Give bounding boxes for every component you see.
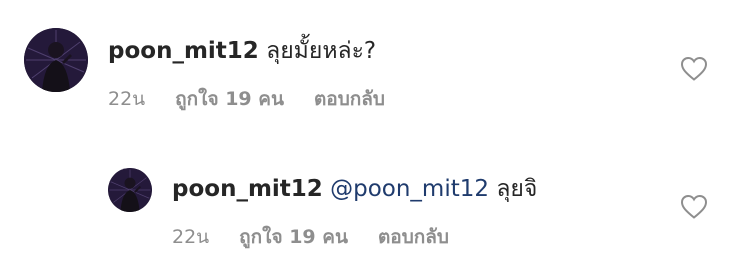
- reply-meta: 22น ถูกใจ 19 คน ตอบกลับ: [172, 224, 479, 250]
- comment-username[interactable]: poon_mit12: [108, 38, 259, 64]
- reply-line: poon_mit12 @poon_mit12 ลุยจิ: [172, 174, 537, 204]
- comment-meta: 22น ถูกใจ 19 คน ตอบกลับ: [108, 86, 415, 112]
- avatar[interactable]: [108, 168, 152, 212]
- reply-item: poon_mit12 @poon_mit12 ลุยจิ 22น ถูกใจ 19…: [0, 140, 750, 271]
- reply-reply-button[interactable]: ตอบกลับ: [378, 226, 449, 248]
- comment-text: ลุยมั้ยหล่ะ?: [266, 38, 377, 64]
- heart-outline-icon[interactable]: [680, 56, 708, 82]
- avatar[interactable]: [24, 28, 88, 92]
- comment-reply-button[interactable]: ตอบกลับ: [314, 88, 385, 110]
- avatar-image: [24, 28, 88, 92]
- heart-outline-icon[interactable]: [680, 194, 708, 220]
- reply-time: 22น: [172, 226, 210, 248]
- comment-line: poon_mit12 ลุยมั้ยหล่ะ?: [108, 36, 376, 66]
- reply-text: ลุยจิ: [496, 176, 538, 202]
- reply-mention[interactable]: @poon_mit12: [330, 176, 489, 202]
- avatar-image: [108, 168, 152, 212]
- comment-likes[interactable]: ถูกใจ 19 คน: [175, 88, 284, 110]
- comment-item: poon_mit12 ลุยมั้ยหล่ะ? 22น ถูกใจ 19 คน ตอ…: [0, 0, 750, 130]
- reply-username[interactable]: poon_mit12: [172, 176, 323, 202]
- reply-likes[interactable]: ถูกใจ 19 คน: [239, 226, 348, 248]
- comment-time: 22น: [108, 88, 146, 110]
